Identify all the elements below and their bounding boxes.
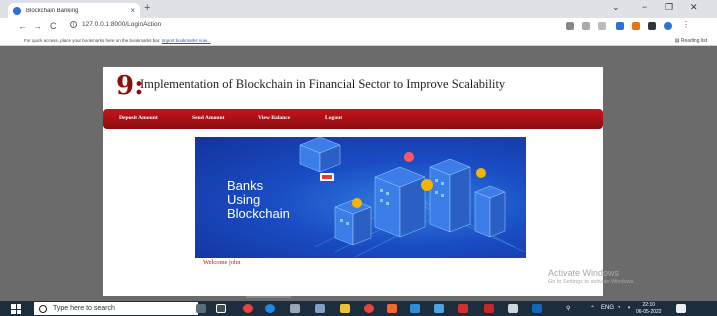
banner-caption: Banks Using Blockchain	[227, 179, 290, 221]
tab-title: Blockchain Banking	[26, 7, 79, 14]
system-clock[interactable]: 22:10 06-05-2022	[636, 302, 662, 315]
reading-list-label: Reading list	[680, 38, 707, 44]
tray-expand-icon[interactable]: ⌃	[590, 305, 595, 312]
extensions-puzzle-icon[interactable]	[648, 22, 656, 30]
terminal-icon[interactable]	[508, 304, 518, 313]
task-view-icon[interactable]	[216, 304, 226, 313]
bookmarks-bar: For quick access, place your bookmarks h…	[0, 36, 717, 46]
tab-strip: Blockchain Banking × + ⌄ − ❐ ✕	[0, 0, 717, 18]
menu-kebab-icon[interactable]: ⋮	[682, 20, 690, 29]
maximize-icon[interactable]: ❐	[665, 2, 673, 13]
edge-icon[interactable]	[265, 304, 275, 313]
reading-list-button[interactable]: ▤ Reading list	[675, 38, 707, 44]
notifications-icon[interactable]	[676, 304, 686, 313]
banner-line: Using	[227, 192, 261, 207]
people-icon[interactable]: ⚲	[566, 305, 570, 312]
reload-icon[interactable]: C	[50, 21, 57, 31]
windows-start-icon[interactable]	[11, 304, 21, 314]
site-info-icon[interactable]: i	[70, 21, 77, 28]
new-tab-icon[interactable]: +	[144, 2, 150, 14]
banner-line: Blockchain	[227, 206, 290, 221]
tab-close-icon[interactable]: ×	[130, 6, 135, 15]
import-bookmarks-link[interactable]: Import bookmarks now...	[162, 38, 211, 43]
taskbar-search-box[interactable]: Type here to search	[34, 302, 198, 315]
share-icon[interactable]	[582, 22, 590, 30]
site-favicon-icon	[13, 6, 21, 15]
forward-icon[interactable]: →	[33, 21, 42, 31]
welcome-message: Welcome john	[203, 259, 241, 266]
site-header: 9: Implementation of Blockchain in Finan…	[103, 67, 603, 107]
menu-view-balance[interactable]: View Balance	[258, 115, 290, 121]
bookmarks-message: For quick access, place your bookmarks h…	[24, 38, 211, 43]
profile-avatar-icon[interactable]	[664, 22, 672, 30]
search-icon	[39, 304, 47, 313]
bookmark-star-icon[interactable]	[598, 22, 606, 30]
banner-image: Banks Using Blockchain	[195, 137, 526, 258]
main-menu: Deposit Amount Send Amount View Balance …	[103, 109, 603, 129]
opera-icon[interactable]	[243, 304, 253, 313]
pdf-reader-icon[interactable]	[458, 304, 468, 313]
menu-logout[interactable]: Logout	[325, 115, 342, 121]
browser-tab[interactable]: Blockchain Banking ×	[8, 3, 140, 18]
bookmarks-message-text: For quick access, place your bookmarks h…	[24, 38, 161, 43]
chrome-icon[interactable]	[364, 304, 374, 313]
minimize-icon[interactable]: −	[642, 2, 647, 12]
network-icon[interactable]: ◔	[617, 305, 621, 311]
app-icon-blue[interactable]	[410, 304, 420, 313]
word-icon[interactable]	[532, 304, 542, 313]
back-icon[interactable]: ←	[18, 21, 27, 31]
menu-deposit-amount[interactable]: Deposit Amount	[119, 115, 158, 121]
taskbar: Type here to search ⚲ ⌃ ENG ◔ ◖ 22:10 06…	[0, 301, 717, 316]
volume-icon[interactable]: ◖	[627, 305, 631, 311]
horizontal-scrollbar[interactable]	[246, 296, 291, 298]
file-explorer-icon[interactable]	[340, 304, 350, 313]
photos-icon[interactable]	[434, 304, 444, 313]
activate-title: Activate Windows	[548, 268, 620, 278]
browser-toolbar: ← → C i 127.0.0.1:8000/LoginAction ⋮	[0, 18, 717, 36]
page-container: 9: Implementation of Blockchain in Finan…	[103, 67, 603, 296]
key-icon[interactable]	[566, 22, 574, 30]
extension-mail-icon[interactable]	[632, 22, 640, 30]
search-placeholder: Type here to search	[53, 305, 115, 312]
address-bar[interactable]: i 127.0.0.1:8000/LoginAction	[70, 21, 161, 28]
clock-date: 06-05-2022	[636, 308, 662, 315]
menu-send-amount[interactable]: Send Amount	[192, 115, 225, 121]
microphone-icon[interactable]	[196, 304, 206, 313]
app-icon-orange[interactable]	[387, 304, 397, 313]
page-title: Implementation of Blockchain in Financia…	[140, 77, 506, 91]
banner-line: Banks	[227, 178, 264, 193]
mail-icon[interactable]	[315, 304, 325, 313]
tab-search-icon[interactable]: ⌄	[612, 2, 620, 13]
url-text: 127.0.0.1:8000/LoginAction	[82, 21, 162, 28]
activate-windows-watermark: Activate Windows Go to Settings to activ…	[548, 268, 635, 285]
app-icon-red[interactable]	[484, 304, 494, 313]
language-indicator[interactable]: ENG	[601, 305, 614, 311]
activate-subtitle: Go to Settings to activate Windows.	[548, 279, 635, 285]
extension-shield-icon[interactable]	[616, 22, 624, 30]
close-window-icon[interactable]: ✕	[690, 2, 698, 13]
store-icon[interactable]	[290, 304, 300, 313]
